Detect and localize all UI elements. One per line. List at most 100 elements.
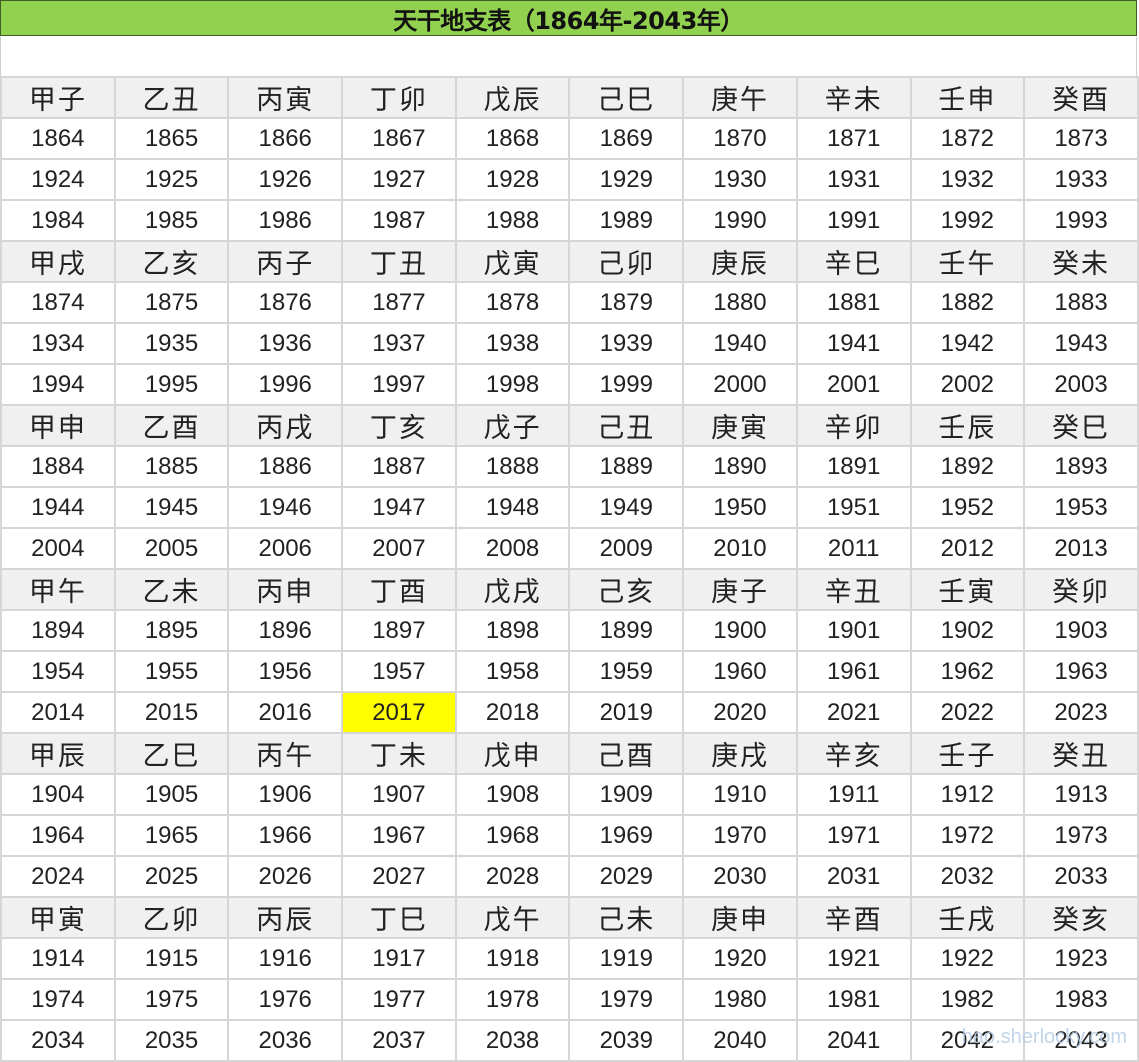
year-cell: 1999 <box>568 363 685 406</box>
year-cell: 1991 <box>795 199 912 242</box>
stem-branch-header-cell: 辛酉 <box>795 896 912 939</box>
year-row: 2004 2005 2006 2007 2008 2009 2010 2011 2012 2013 <box>0 527 1139 570</box>
stem-branch-header-cell: 丁亥 <box>341 404 457 447</box>
year-cell: 1940 <box>682 322 798 365</box>
year-cell: 1947 <box>341 486 457 529</box>
year-cell: 1916 <box>227 937 344 980</box>
year-cell: 1937 <box>341 322 457 365</box>
watermark: hao.sherlocky.com <box>961 1026 1127 1048</box>
stem-branch-header-cell: 己亥 <box>568 568 685 611</box>
stem-branch-header-cell: 乙巳 <box>113 732 230 775</box>
year-cell: 2039 <box>568 1019 685 1062</box>
year-cell: 1945 <box>113 486 230 529</box>
stem-branch-header-cell: 乙亥 <box>113 240 230 283</box>
stem-branch-header-row: 甲戌 乙亥 丙子 丁丑 戊寅 己卯 庚辰 辛巳 壬午 癸未 <box>0 240 1139 283</box>
year-cell: 2004 <box>0 527 116 570</box>
year-cell: 1900 <box>682 609 798 652</box>
year-cell: 1989 <box>568 199 685 242</box>
stem-branch-header-cell: 辛亥 <box>795 732 912 775</box>
year-cell: 1875 <box>113 281 230 324</box>
year-cell: 1962 <box>909 650 1026 693</box>
year-row: 2014 2015 2016 2017 2018 2019 2020 2021 2022 2023 <box>0 691 1139 734</box>
stem-branch-header-cell: 庚申 <box>682 896 798 939</box>
year-cell: 2040 <box>682 1019 798 1062</box>
year-cell: 1980 <box>682 978 798 1021</box>
stem-branch-header-cell: 乙卯 <box>113 896 230 939</box>
stem-branch-header-cell: 丙子 <box>227 240 344 283</box>
year-cell: 1901 <box>795 609 912 652</box>
year-cell: 1952 <box>909 486 1026 529</box>
year-cell: 1944 <box>0 486 116 529</box>
year-cell: 1895 <box>113 609 230 652</box>
year-cell: 1904 <box>0 773 116 816</box>
year-cell: 2036 <box>227 1019 344 1062</box>
year-cell: 1948 <box>454 486 571 529</box>
year-cell: 1928 <box>454 158 571 201</box>
year-cell: 1970 <box>682 814 798 857</box>
year-cell: 1961 <box>795 650 912 693</box>
year-cell: 1920 <box>682 937 798 980</box>
year-cell: 1911 <box>795 773 912 816</box>
year-cell: 1959 <box>568 650 685 693</box>
year-cell: 1936 <box>227 322 344 365</box>
year-cell: 2029 <box>568 855 685 898</box>
stem-branch-header-cell: 乙丑 <box>113 76 230 119</box>
year-cell: 1867 <box>341 117 457 160</box>
year-cell: 2001 <box>795 363 912 406</box>
year-cell: 2016 <box>227 691 344 734</box>
table-title: 天干地支表（1864年-2043年） <box>0 0 1137 36</box>
year-cell: 1977 <box>341 978 457 1021</box>
year-row: 1984 1985 1986 1987 1988 1989 1990 1991 1992 1993 <box>0 199 1139 242</box>
stem-branch-header-cell: 己酉 <box>568 732 685 775</box>
stem-branch-header-cell: 丁未 <box>341 732 457 775</box>
year-cell: 2030 <box>682 855 798 898</box>
year-cell: 1966 <box>227 814 344 857</box>
year-cell: 2009 <box>568 527 685 570</box>
year-row: 1874 1875 1876 1877 1878 1879 1880 1881 1882 1883 <box>0 281 1139 324</box>
year-cell: 1917 <box>341 937 457 980</box>
year-cell: 1988 <box>454 199 571 242</box>
stem-branch-header-cell: 甲寅 <box>0 896 116 939</box>
year-cell: 1877 <box>341 281 457 324</box>
year-row: 1914 1915 1916 1917 1918 1919 1920 1921 1922 1923 <box>0 937 1139 980</box>
year-cell: 1964 <box>0 814 116 857</box>
year-cell: 2027 <box>341 855 457 898</box>
year-cell: 1921 <box>795 937 912 980</box>
stem-branch-header-cell: 癸酉 <box>1023 76 1139 119</box>
year-cell: 1892 <box>909 445 1026 488</box>
year-cell: 1982 <box>909 978 1026 1021</box>
year-cell: 1866 <box>227 117 344 160</box>
year-cell: 1946 <box>227 486 344 529</box>
year-cell: 1975 <box>113 978 230 1021</box>
year-row: 1954 1955 1956 1957 1958 1959 1960 1961 1962 1963 <box>0 650 1139 693</box>
year-cell: 1885 <box>113 445 230 488</box>
year-cell: 1897 <box>341 609 457 652</box>
year-cell: 2033 <box>1023 855 1139 898</box>
year-cell: 1923 <box>1023 937 1139 980</box>
stem-branch-header-cell: 庚午 <box>682 76 798 119</box>
year-cell: 1880 <box>682 281 798 324</box>
year-cell: 1953 <box>1023 486 1139 529</box>
stem-branch-header-cell: 庚子 <box>682 568 798 611</box>
stem-branch-header-cell: 癸巳 <box>1023 404 1139 447</box>
year-cell: 1969 <box>568 814 685 857</box>
year-cell: 1918 <box>454 937 571 980</box>
year-cell: 1879 <box>568 281 685 324</box>
stem-branch-header-cell: 癸丑 <box>1023 732 1139 775</box>
year-cell: 2026 <box>227 855 344 898</box>
year-row: 1904 1905 1906 1907 1908 1909 1910 1911 1912 1913 <box>0 773 1139 816</box>
year-cell: 1967 <box>341 814 457 857</box>
year-cell: 1868 <box>454 117 571 160</box>
year-cell: 1914 <box>0 937 116 980</box>
year-cell: 2041 <box>795 1019 912 1062</box>
stem-branch-header-cell: 戊寅 <box>454 240 571 283</box>
year-cell: 2023 <box>1023 691 1139 734</box>
stem-branch-header-row: 甲午 乙未 丙申 丁酉 戊戌 己亥 庚子 辛丑 壬寅 癸卯 <box>0 568 1139 611</box>
year-cell: 2020 <box>682 691 798 734</box>
year-cell: 1926 <box>227 158 344 201</box>
year-cell: 1938 <box>454 322 571 365</box>
year-cell: 1942 <box>909 322 1026 365</box>
year-cell: 1941 <box>795 322 912 365</box>
stem-branch-header-cell: 壬申 <box>909 76 1026 119</box>
year-cell: 1909 <box>568 773 685 816</box>
